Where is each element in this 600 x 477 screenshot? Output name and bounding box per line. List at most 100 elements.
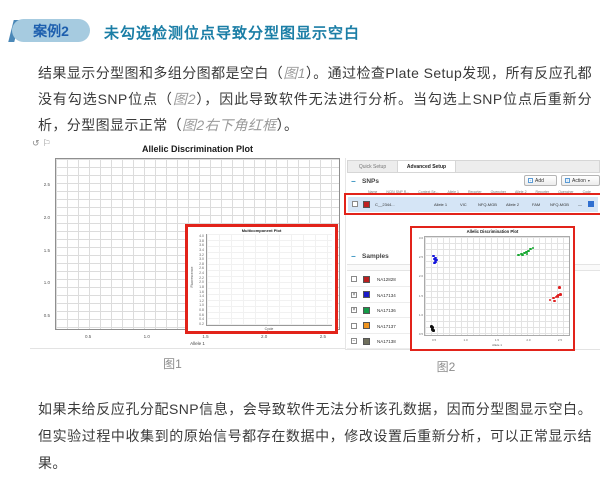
tick-label: 0.5: [44, 313, 50, 318]
tick-label: 2.0: [261, 334, 267, 339]
result-allelic-plot-redbox: Allelic Discrimination Plot 3.0 2.5 2.0 1.5…: [410, 226, 575, 351]
sample-color-swatch: [363, 338, 370, 345]
tick-label: 2.4: [199, 271, 204, 275]
sample-name: NA17137: [377, 324, 396, 329]
tick-label: 2.0: [199, 280, 204, 284]
figure1-caption: 图1: [30, 355, 315, 372]
black-cluster-point: [432, 329, 435, 332]
green-cluster-point: [521, 254, 524, 257]
x-axis-ticks: 0.51.01.52.02.5: [55, 334, 340, 339]
collapse-icon[interactable]: −: [351, 178, 356, 186]
add-button-label: Add: [535, 178, 544, 184]
tick-label: 1.8: [199, 285, 204, 289]
sample-color-swatch: [363, 291, 370, 298]
intro-text: 结果显示分型图和多组分图都是空白（: [38, 65, 283, 81]
tick-label: 0.2: [199, 322, 204, 326]
allelic-plot-title: Allelic Discrimination Plot: [412, 229, 573, 234]
tick-label: 3.4: [199, 248, 204, 252]
zoom-tool-icon[interactable]: ↺: [32, 138, 43, 148]
green-cluster-point: [527, 250, 530, 253]
tick-label: 1.6: [199, 290, 204, 294]
tick-label: 0.8: [199, 308, 204, 312]
intro-text: ）。: [277, 117, 299, 133]
tick-label: 2.5: [419, 255, 423, 259]
conclusion-paragraph: 如果未给反应孔分配SNP信息，会导致软件无法分析该孔数据，因而分型图显示空白。但…: [38, 396, 592, 477]
figure2-screenshot: Quick Setup Advanced Setup − SNPs + Add …: [345, 158, 600, 350]
y-axis-ticks: 4.03.83.63.43.23.02.82.62.42.22.01.81.61…: [194, 234, 204, 326]
plot-toolbar: ↺⚐: [32, 138, 54, 149]
tick-label: 0.6: [199, 313, 204, 317]
tick-label: 0.5: [419, 332, 423, 336]
red-cluster-point: [557, 296, 560, 299]
tick-label: 3.2: [199, 253, 204, 257]
tick-label: 1.0: [463, 338, 467, 342]
samples-section-title: Samples: [362, 253, 389, 260]
allelic-plot-area: [424, 236, 570, 336]
collapse-icon[interactable]: −: [351, 253, 356, 261]
red-cluster-point: [549, 299, 552, 302]
figure1-reference: 图1: [283, 65, 306, 81]
tab-quick-setup[interactable]: Quick Setup: [348, 161, 398, 172]
red-cluster-point: [558, 286, 561, 289]
empty-multicomponent-plot-area: [206, 234, 332, 326]
tab-advanced-setup[interactable]: Advanced Setup: [398, 161, 456, 172]
y-axis-ticks: 2.52.01.51.00.5: [30, 158, 52, 330]
sample-checkbox[interactable]: ×: [351, 292, 357, 298]
tick-label: 1.5: [44, 248, 50, 253]
allelic-plot-title: Allelic Discrimination Plot: [55, 144, 340, 154]
sample-checkbox[interactable]: [351, 276, 357, 282]
sample-checkbox[interactable]: ×: [351, 307, 357, 313]
sample-name: NA17134: [377, 293, 396, 298]
x-axis-label: Allele 1: [424, 343, 570, 347]
tick-label: 3.6: [199, 243, 204, 247]
flag-tool-icon[interactable]: ⚐: [43, 138, 54, 148]
tick-label: 3.0: [419, 236, 423, 240]
figure1-screenshot: ↺⚐ Allelic Discrimination Plot 2.52.01.5…: [30, 138, 345, 349]
tick-label: 2.5: [558, 338, 562, 342]
tick-label: 2.0: [526, 338, 530, 342]
tick-label: 2.2: [199, 276, 204, 280]
sample-color-swatch: [363, 307, 370, 314]
page-title: 未勾选检测位点导致分型图显示空白: [104, 22, 360, 43]
multicomponent-plot-redbox: Multicomponent Plot Fluorescence 4.03.83…: [185, 224, 338, 334]
sample-color-swatch: [363, 276, 370, 283]
sample-name: NA17138: [377, 339, 396, 344]
case-badge-label: 案例2: [33, 21, 69, 41]
figure2-redbox-reference: 图2右下角红框: [182, 117, 277, 133]
tick-label: 2.6: [199, 266, 204, 270]
figure2-caption: 图2: [346, 358, 546, 375]
multicomponent-plot-title: Multicomponent Plot: [188, 228, 335, 233]
tick-label: 0.5: [85, 334, 91, 339]
tick-label: 3.0: [199, 257, 204, 261]
sample-name: NA12828: [377, 277, 396, 282]
sample-checkbox[interactable]: [351, 323, 357, 329]
tick-label: 1.5: [202, 334, 208, 339]
tick-label: 1.4: [199, 294, 204, 298]
red-cluster-point: [553, 300, 556, 303]
tick-label: 2.0: [419, 274, 423, 278]
tick-label: 2.8: [199, 262, 204, 266]
action-icon: ≡: [565, 178, 570, 183]
tick-label: 0.5: [432, 338, 436, 342]
setup-tabbar: Quick Setup Advanced Setup: [347, 160, 600, 173]
add-icon: +: [528, 178, 533, 183]
x-axis-label: Cycle: [206, 327, 332, 331]
green-cluster-point: [526, 253, 529, 256]
x-axis-ticks: 0.5 1.0 1.5 2.0 2.5: [424, 338, 570, 342]
tick-label: 1.2: [199, 299, 204, 303]
action-button-label: Action: [572, 178, 586, 184]
add-button[interactable]: + Add: [524, 175, 557, 186]
chevron-down-icon: ▾: [588, 178, 590, 183]
y-axis-ticks: 3.02.52.01.51.00.5: [413, 236, 423, 336]
snps-section-title: SNPs: [362, 178, 379, 185]
action-button[interactable]: ≡ Action ▾: [561, 175, 600, 186]
tick-label: 3.8: [199, 239, 204, 243]
tick-label: 1.0: [199, 303, 204, 307]
tick-label: 1.0: [144, 334, 150, 339]
tick-label: 1.0: [44, 280, 50, 285]
tick-label: 1.5: [419, 294, 423, 298]
figure2-reference: 图2: [173, 91, 196, 107]
tick-label: 2.0: [44, 215, 50, 220]
sample-checkbox[interactable]: −: [351, 338, 357, 344]
tick-label: 1.5: [495, 338, 499, 342]
